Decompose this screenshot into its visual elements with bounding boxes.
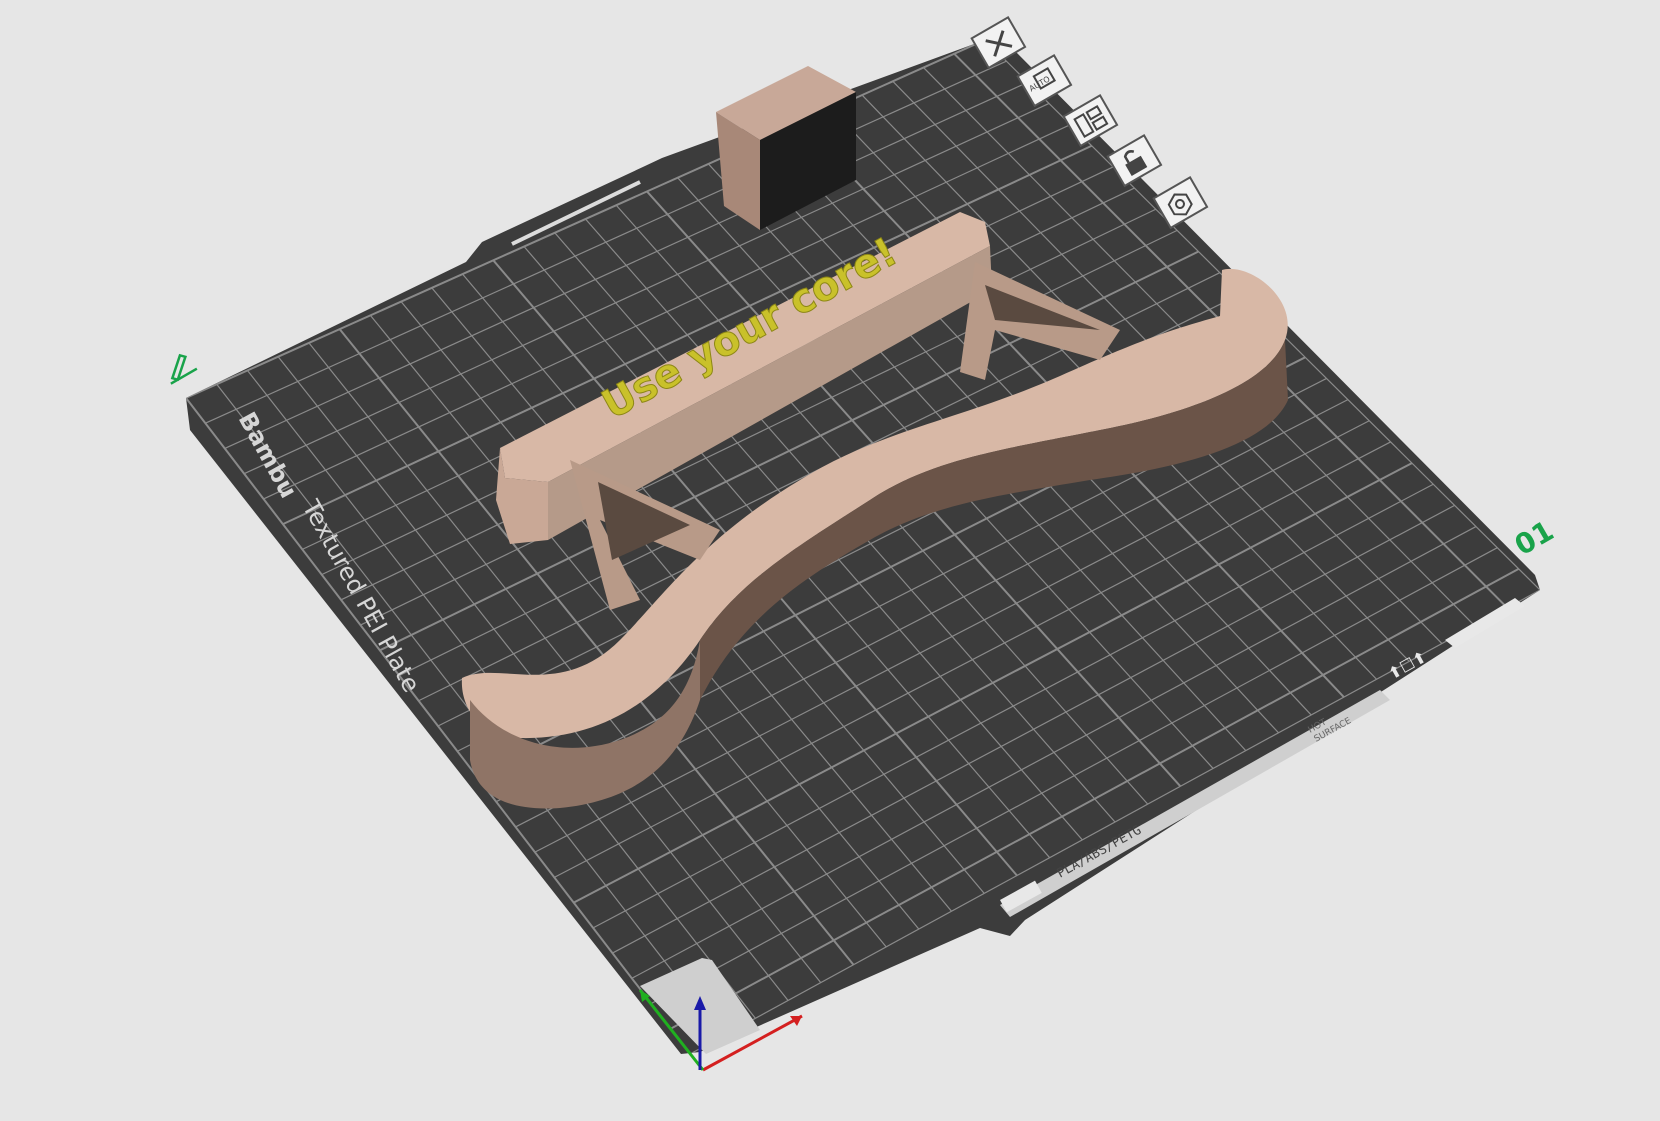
build-plate: PLA/ABS/PETG HOT SURFACE ⬆☐⬆ Bambu Textu… (186, 40, 1540, 1054)
3d-viewport[interactable]: PLA/ABS/PETG HOT SURFACE ⬆☐⬆ Bambu Textu… (0, 0, 1660, 1117)
pencil-icon (170, 353, 198, 385)
plate-number: 01 (1509, 514, 1559, 562)
edit-plate-name-button[interactable] (161, 351, 198, 385)
